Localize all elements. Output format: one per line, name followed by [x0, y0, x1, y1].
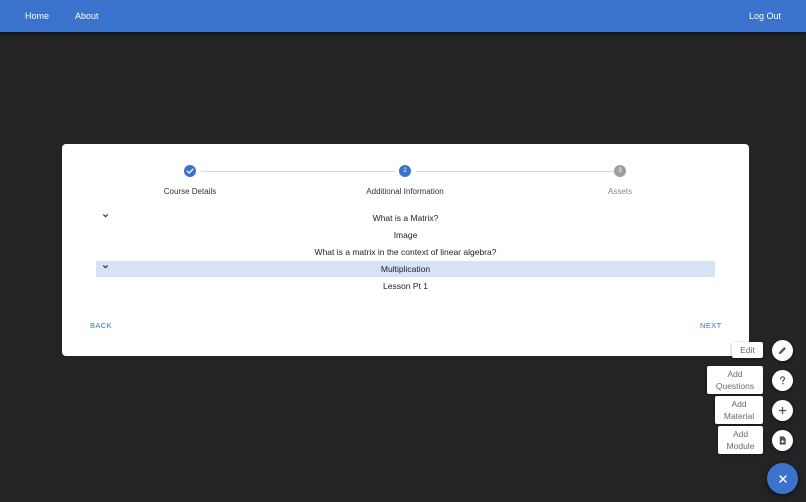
tree-row-label: Image	[393, 230, 418, 240]
nav-about-link[interactable]: About	[75, 0, 99, 32]
step-connector	[416, 171, 615, 172]
plus-icon	[778, 406, 787, 415]
tree-row-label: Lesson Pt 1	[383, 281, 428, 291]
tree-row-item[interactable]: Lesson Pt 1	[96, 278, 715, 294]
chevron-down-icon[interactable]	[102, 210, 109, 226]
tree-row-module-selected[interactable]: Multiplication	[96, 261, 715, 277]
step-3-label: Assets	[607, 187, 632, 196]
step-2-label: Additional Information	[366, 187, 444, 196]
tree-row-item[interactable]: Image	[96, 227, 715, 243]
speed-dial-close-button[interactable]	[767, 463, 798, 494]
next-button[interactable]: NEXT	[700, 321, 722, 330]
app-bar: Home About Log Out	[0, 0, 806, 32]
logout-button[interactable]: Log Out	[749, 0, 781, 32]
add-questions-button[interactable]	[772, 370, 793, 391]
edit-tooltip: Edit	[732, 342, 763, 358]
step-1-complete-indicator[interactable]	[184, 165, 196, 177]
step-connector	[201, 171, 395, 172]
tree-row-module[interactable]: What is a Matrix?	[96, 210, 715, 226]
pencil-icon	[778, 347, 786, 355]
nav-home-link[interactable]: Home	[25, 0, 49, 32]
tree-row-label: What is a Matrix?	[372, 213, 439, 223]
tree-row-label: Multiplication	[380, 264, 431, 274]
document-icon	[779, 436, 786, 445]
add-module-tooltip-line2: Module	[726, 441, 755, 451]
add-material-tooltip-line1: Add	[731, 399, 747, 409]
add-material-button[interactable]	[772, 400, 793, 421]
step-3-indicator[interactable]: 3	[614, 165, 626, 177]
tree-row-item[interactable]: What is a matrix in the context of linea…	[96, 244, 715, 260]
tree-row-label: What is a matrix in the context of linea…	[314, 247, 497, 257]
add-questions-tooltip: Add Questions	[707, 366, 763, 394]
add-module-tooltip-line1: Add	[732, 429, 749, 439]
add-module-button[interactable]	[772, 430, 793, 451]
back-button[interactable]: BACK	[90, 321, 112, 330]
add-questions-tooltip-line2: Questions	[715, 381, 755, 391]
add-material-tooltip-line2: Material	[723, 411, 755, 421]
edit-tooltip-label: Edit	[740, 345, 755, 355]
question-icon	[780, 376, 786, 385]
chevron-down-icon[interactable]	[102, 261, 109, 277]
add-module-tooltip: Add Module	[718, 426, 763, 454]
check-icon	[186, 168, 194, 174]
step-1-label: Course Details	[163, 187, 217, 196]
add-material-tooltip: Add Material	[715, 396, 763, 424]
step-2-indicator[interactable]: 2	[399, 165, 411, 177]
add-questions-tooltip-line1: Add	[727, 369, 743, 379]
edit-button[interactable]	[772, 340, 793, 361]
close-icon	[778, 474, 787, 483]
